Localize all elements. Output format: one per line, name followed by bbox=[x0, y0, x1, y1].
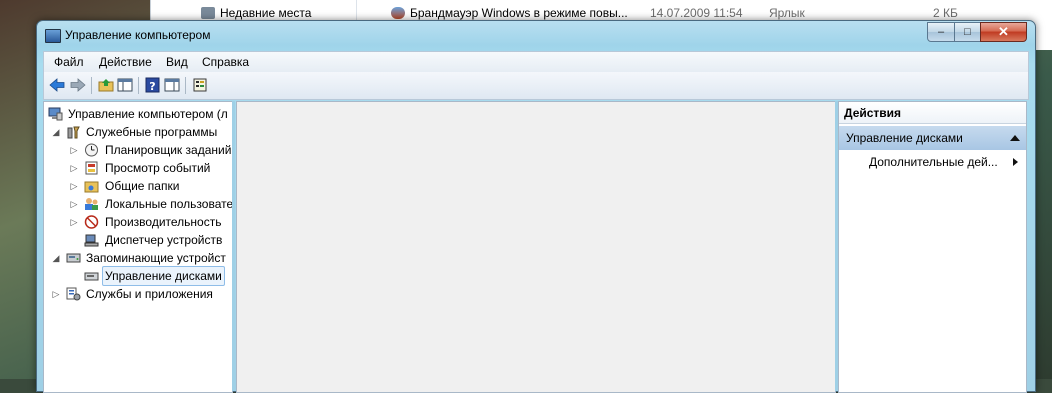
toolbar-separator bbox=[91, 77, 92, 94]
collapse-icon[interactable]: ◢ bbox=[52, 127, 60, 137]
actions-header: Действия bbox=[839, 102, 1026, 124]
window-title: Управление компьютером bbox=[65, 28, 211, 42]
show-hide-action-pane-button[interactable] bbox=[163, 76, 181, 94]
tree-item-performance[interactable]: ▷ Производительность bbox=[48, 213, 232, 231]
local-users-icon bbox=[85, 198, 98, 210]
actions-section-label: Управление дисками bbox=[846, 131, 963, 145]
firewall-shortcut-icon bbox=[391, 7, 405, 19]
event-viewer-icon bbox=[85, 161, 98, 175]
performance-icon bbox=[84, 215, 99, 229]
expand-icon[interactable]: ▷ bbox=[70, 217, 78, 227]
tree-item-device-manager[interactable]: Диспетчер устройств bbox=[48, 231, 232, 249]
tree-item-task-scheduler[interactable]: ▷ Планировщик заданий bbox=[48, 141, 232, 159]
result-pane bbox=[236, 101, 836, 393]
tree-item-system-tools[interactable]: ◢ Служебные программы bbox=[48, 123, 232, 141]
submenu-arrow-icon bbox=[1013, 158, 1018, 166]
properties-icon bbox=[193, 78, 207, 92]
menu-bar: Файл Действие Вид Справка bbox=[43, 51, 1029, 73]
console-tree-pane: Управление компьютером (л ◢ Служебные пр… bbox=[43, 101, 233, 393]
system-tools-icon bbox=[67, 126, 80, 139]
tree-item-services-applications[interactable]: ▷ Службы и приложения bbox=[48, 285, 232, 303]
expand-icon[interactable]: ▷ bbox=[70, 181, 78, 191]
tree-item-shared-folders[interactable]: ▷ Общие папки bbox=[48, 177, 232, 195]
tree-item-local-users[interactable]: ▷ Локальные пользовате bbox=[48, 195, 232, 213]
up-one-level-button[interactable] bbox=[97, 76, 115, 94]
menu-help[interactable]: Справка bbox=[202, 55, 249, 69]
services-applications-icon bbox=[66, 287, 81, 301]
title-bar[interactable]: Управление компьютером – □ ✕ bbox=[37, 21, 1035, 49]
expand-icon[interactable]: ▷ bbox=[70, 145, 78, 155]
collapse-section-icon[interactable] bbox=[1010, 135, 1020, 141]
computer-management-app-icon bbox=[45, 29, 61, 43]
computer-management-window: Управление компьютером – □ ✕ Файл Действ… bbox=[36, 20, 1036, 393]
up-folder-icon bbox=[98, 79, 114, 92]
svg-text:?: ? bbox=[149, 80, 155, 93]
tree-item-disk-management[interactable]: Управление дисками bbox=[48, 266, 232, 286]
more-actions-label: Дополнительные дей... bbox=[869, 155, 998, 169]
help-icon: ? bbox=[145, 77, 160, 93]
show-hide-action-pane-icon bbox=[164, 78, 180, 92]
actions-pane: Действия Управление дисками Дополнительн… bbox=[838, 101, 1027, 393]
file-name: Брандмауэр Windows в режиме повы... bbox=[410, 6, 628, 20]
minimize-button[interactable]: – bbox=[927, 22, 955, 42]
storage-icon bbox=[66, 253, 81, 263]
computer-management-icon bbox=[48, 107, 63, 121]
forward-button[interactable] bbox=[69, 76, 87, 94]
menu-action[interactable]: Действие bbox=[99, 55, 152, 69]
tree-item-event-viewer[interactable]: ▷ Просмотр событий bbox=[48, 159, 232, 177]
recent-places-icon bbox=[201, 7, 215, 19]
more-actions-item[interactable]: Дополнительные дей... bbox=[869, 152, 1019, 172]
properties-button[interactable] bbox=[191, 76, 209, 94]
forward-arrow-icon bbox=[70, 78, 86, 92]
expand-icon[interactable]: ▷ bbox=[70, 163, 78, 173]
menu-file[interactable]: Файл bbox=[54, 55, 84, 69]
back-arrow-icon bbox=[49, 78, 65, 92]
menu-view[interactable]: Вид bbox=[166, 55, 188, 69]
actions-section-disk-management[interactable]: Управление дисками bbox=[839, 126, 1026, 150]
tree-item-storage[interactable]: ◢ Запоминающие устройст bbox=[48, 249, 232, 267]
tree-item-computer-management[interactable]: Управление компьютером (л bbox=[48, 105, 232, 123]
toolbar-separator bbox=[185, 77, 186, 94]
close-button[interactable]: ✕ bbox=[980, 22, 1027, 42]
collapse-icon[interactable]: ◢ bbox=[52, 253, 60, 263]
show-hide-console-tree-button[interactable] bbox=[116, 76, 134, 94]
maximize-button[interactable]: □ bbox=[954, 22, 981, 42]
toolbar: ? bbox=[43, 72, 1029, 100]
expand-icon[interactable]: ▷ bbox=[70, 199, 78, 209]
help-button[interactable]: ? bbox=[144, 76, 162, 94]
expand-icon[interactable]: ▷ bbox=[52, 289, 60, 299]
left-pane-splitter[interactable] bbox=[232, 101, 235, 391]
shared-folders-icon bbox=[84, 181, 99, 193]
show-hide-console-tree-icon bbox=[117, 78, 133, 92]
device-manager-icon bbox=[84, 234, 99, 247]
toolbar-separator bbox=[138, 77, 139, 94]
task-scheduler-icon bbox=[85, 143, 98, 157]
back-button[interactable] bbox=[48, 76, 66, 94]
disk-management-icon bbox=[84, 272, 99, 281]
